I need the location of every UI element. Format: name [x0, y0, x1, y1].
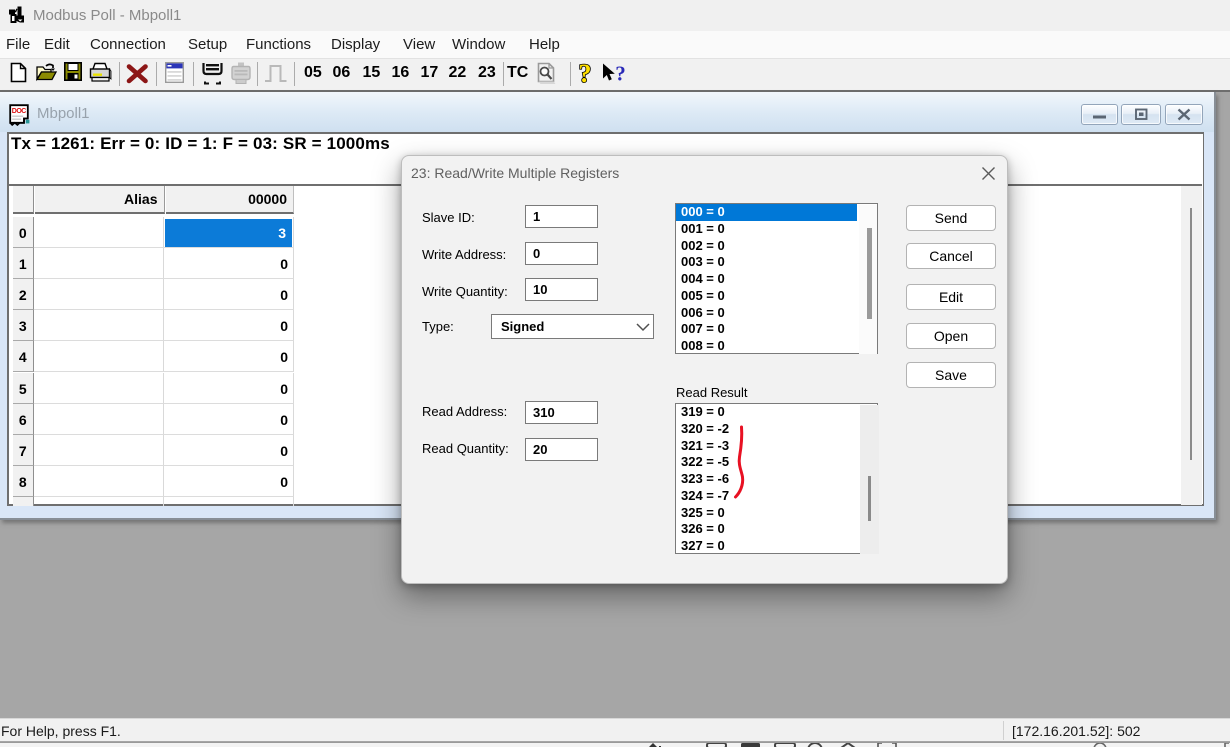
svg-text:?: ? — [579, 61, 592, 87]
svg-text:?: ? — [615, 62, 626, 86]
svg-text:DOC: DOC — [12, 108, 27, 115]
